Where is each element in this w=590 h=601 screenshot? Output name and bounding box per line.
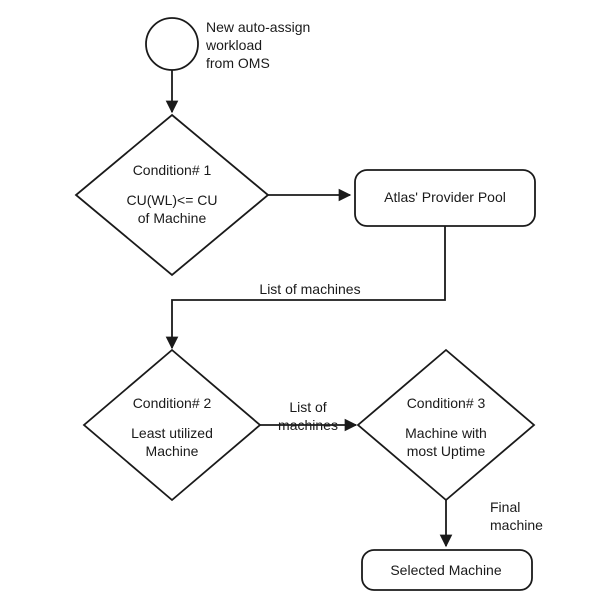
edge-cond2-to-cond3-label-l2: machines bbox=[278, 417, 338, 433]
cond1-line1: CU(WL)<= CU bbox=[126, 192, 217, 208]
start-label-line1: New auto-assign bbox=[206, 19, 310, 35]
cond2-line1: Least utilized bbox=[131, 425, 213, 441]
cond2-line2: Machine bbox=[146, 443, 199, 459]
cond2-title: Condition# 2 bbox=[133, 395, 212, 411]
provider-pool-label: Atlas' Provider Pool bbox=[384, 189, 506, 205]
start-label-line3: from OMS bbox=[206, 55, 270, 71]
cond1-title: Condition# 1 bbox=[133, 162, 212, 178]
cond3-title: Condition# 3 bbox=[407, 395, 486, 411]
selected-machine-label: Selected Machine bbox=[390, 562, 502, 578]
start-label-line2: workload bbox=[205, 37, 262, 53]
cond3-line2: most Uptime bbox=[407, 443, 486, 459]
cond3-line1: Machine with bbox=[405, 425, 487, 441]
edge-cond3-to-selected-label-l1: Final bbox=[490, 499, 520, 515]
edge-cond3-to-selected-label-l2: machine bbox=[490, 517, 543, 533]
cond1-line2: of Machine bbox=[138, 210, 207, 226]
edge-pool-to-cond2-label: List of machines bbox=[259, 281, 360, 297]
start-node bbox=[146, 18, 198, 70]
edge-cond2-to-cond3-label-l1: List of bbox=[289, 399, 326, 415]
flowchart: New auto-assign workload from OMS Condit… bbox=[0, 0, 590, 601]
